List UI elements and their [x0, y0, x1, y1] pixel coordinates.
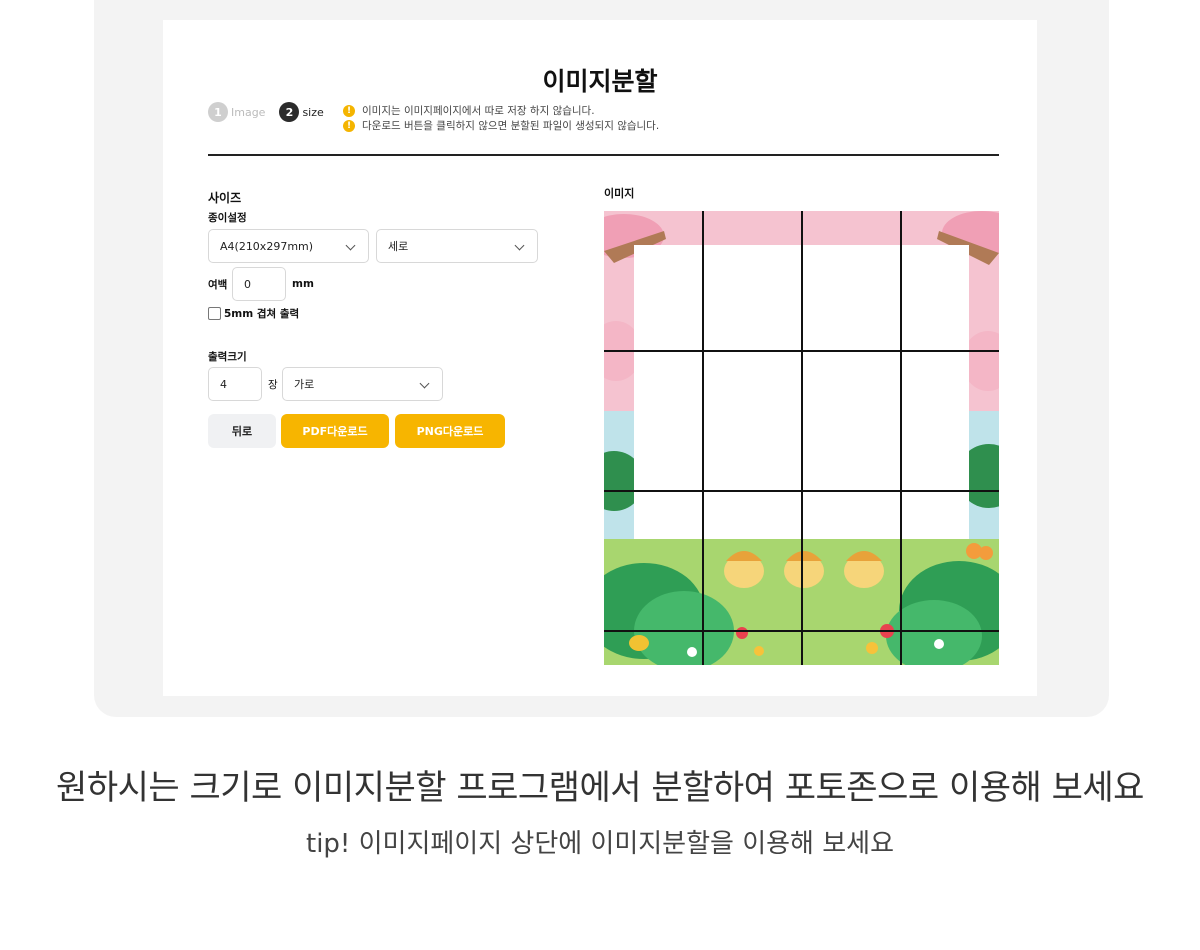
overlap-checkbox[interactable]: [208, 307, 221, 320]
preview-label: 이미지: [604, 187, 635, 200]
step-image[interactable]: 1 Image: [208, 102, 265, 122]
margin-label: 여백: [208, 279, 228, 291]
tip-caption: tip! 이미지페이지 상단에 이미지분할을 이용해 보세요: [306, 829, 894, 859]
orientation-select[interactable]: 세로: [376, 229, 538, 263]
step-number: 1: [208, 102, 228, 122]
overlap-label: 5mm 겹쳐 출력: [224, 308, 300, 320]
notice-text: 이미지는 이미지페이지에서 따로 저장 하지 않습니다.: [362, 105, 595, 117]
step-label: size: [302, 105, 324, 119]
page-title: 이미지분할: [542, 67, 658, 96]
png-download-button[interactable]: PNG다운로드: [395, 414, 505, 448]
chevron-down-icon: [345, 240, 356, 251]
margin-unit: mm: [292, 278, 314, 290]
warning-icon: !: [343, 119, 355, 132]
section-divider: [208, 154, 999, 156]
step-label: Image: [231, 105, 266, 119]
chevron-down-icon: [419, 378, 430, 389]
step-indicator: 1 Image 2 size: [208, 102, 338, 122]
main-caption: 원하시는 크기로 이미지분할 프로그램에서 분할하여 포토존으로 이용해 보세요: [56, 768, 1144, 808]
step-size[interactable]: 2 size: [279, 102, 324, 122]
warning-icon: !: [343, 104, 355, 117]
photozone-illustration: [604, 211, 999, 665]
notice-item: ! 이미지는 이미지페이지에서 따로 저장 하지 않습니다.: [343, 103, 659, 118]
output-count-input[interactable]: 4: [208, 367, 262, 401]
pdf-download-button[interactable]: PDF다운로드: [281, 414, 389, 448]
back-button[interactable]: 뒤로: [208, 414, 276, 448]
notice-text: 다운로드 버튼을 클릭하지 않으면 분할된 파일이 생성되지 않습니다.: [362, 120, 660, 132]
output-direction-select[interactable]: 가로: [282, 367, 443, 401]
size-heading: 사이즈: [208, 191, 242, 205]
step-number: 2: [279, 102, 300, 122]
output-size-label: 출력크기: [208, 351, 247, 363]
paper-label: 종이설정: [208, 212, 247, 224]
notice-item: ! 다운로드 버튼을 클릭하지 않으면 분할된 파일이 생성되지 않습니다.: [343, 118, 659, 133]
image-split-panel: 이미지분할 1 Image 2 size ! 이미지는 이미지페이지에서 따로 …: [163, 20, 1037, 696]
image-preview: [604, 211, 999, 665]
chevron-down-icon: [514, 240, 525, 251]
output-direction-value: 가로: [294, 378, 315, 391]
margin-input[interactable]: 0: [232, 267, 286, 301]
orientation-value: 세로: [388, 240, 409, 253]
output-unit: 장: [268, 379, 278, 391]
paper-size-select[interactable]: A4(210x297mm): [208, 229, 369, 263]
notice-list: ! 이미지는 이미지페이지에서 따로 저장 하지 않습니다. ! 다운로드 버튼…: [343, 103, 659, 133]
paper-size-value: A4(210x297mm): [220, 239, 314, 253]
